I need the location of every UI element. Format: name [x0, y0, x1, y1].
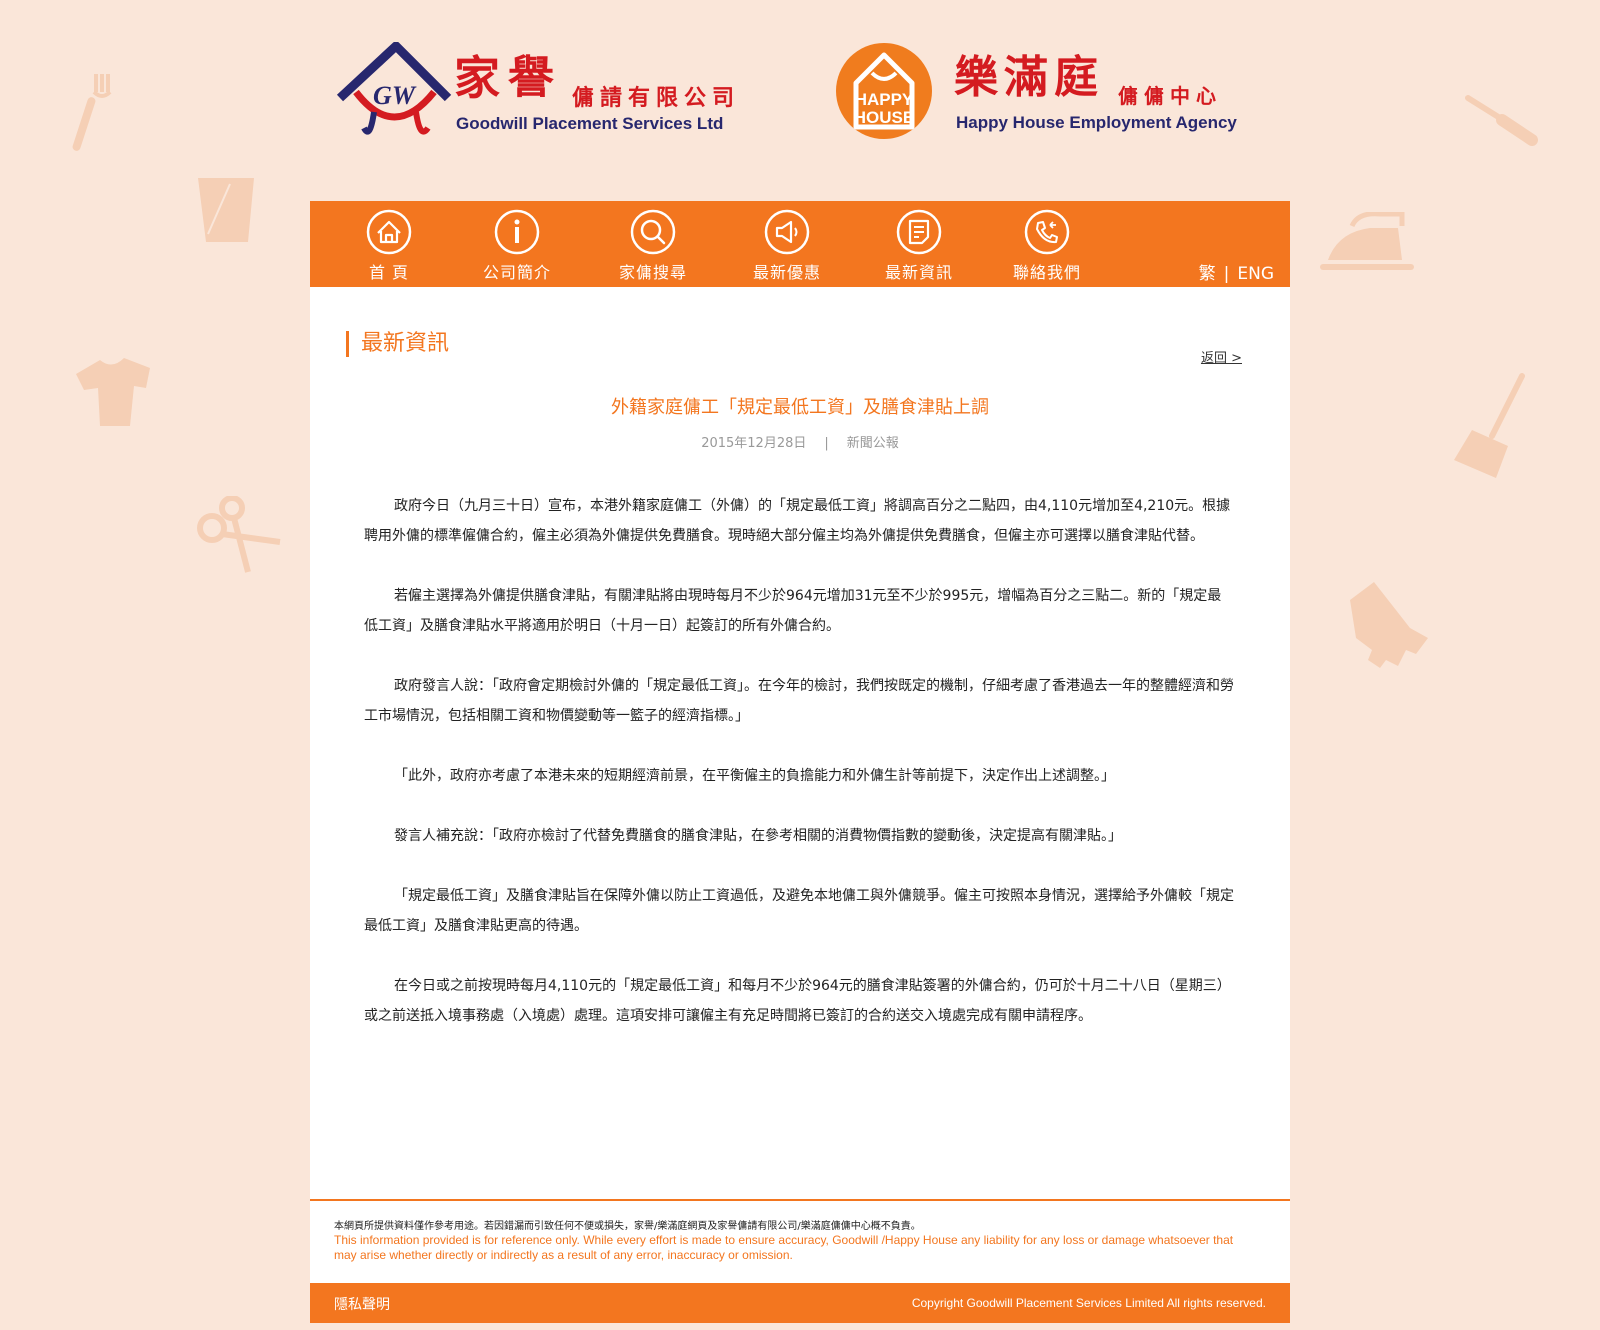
broom-icon	[1454, 373, 1525, 478]
article-category: 新聞公報	[846, 436, 899, 451]
nav-label-news: 最新資訊	[884, 263, 953, 282]
article-paragraph: 「此外，政府亦考慮了本港未來的短期經濟前景，在平衡僱主的負擔能力和外傭生計等前提…	[394, 768, 1115, 784]
article-date: 2015年12月28日	[701, 436, 807, 451]
nav-label-search: 家傭搜尋	[618, 263, 687, 282]
copyright: Copyright Goodwill Placement Services Li…	[911, 1296, 1266, 1310]
privacy-link[interactable]: 隱私聲明	[334, 1294, 390, 1314]
lang-separator: |	[1223, 264, 1230, 284]
search-icon	[630, 209, 676, 255]
article-meta: 2015年12月28日 | 新聞公報	[310, 432, 1290, 451]
lang-traditional-chinese[interactable]: 繁	[1199, 264, 1216, 284]
happy-house-mark-line1: HAPPY	[855, 90, 914, 109]
article-title: 外籍家庭傭工「規定最低工資」及膳食津貼上調	[611, 397, 989, 418]
nav-item-offers[interactable]: 最新優惠	[732, 209, 842, 283]
lang-english[interactable]: ENG	[1237, 264, 1274, 284]
article-body: 政府今日（九月三十日）宣布，本港外籍家庭傭工（外傭）的「規定最低工資」將調高百分…	[364, 491, 1234, 1061]
bucket-icon	[198, 178, 254, 242]
nav-label-about: 公司簡介	[482, 263, 551, 282]
article-paragraph: 發言人補充說：「政府亦檢討了代替免費膳食的膳食津貼，在參考相關的消費物價指數的變…	[394, 828, 1122, 844]
meta-separator: |	[824, 436, 829, 451]
goodwill-chinese-subname: 傭請有限公司	[572, 85, 741, 111]
document-icon	[896, 209, 942, 255]
happy-house-english-name: Happy House Employment Agency	[956, 113, 1237, 132]
happy-house-logo-icon: HAPPY HOUSE	[836, 43, 932, 139]
article-paragraph: 在今日或之前按現時每月4,110元的「規定最低工資」和每月不少於964元的膳食津…	[364, 978, 1231, 1024]
article-paragraph: 若僱主選擇為外傭提供膳食津貼，有關津貼將由現時每月不少於964元增加31元至不少…	[364, 588, 1222, 634]
goodwill-mark-text: GW	[373, 81, 417, 110]
article-paragraph: 「規定最低工資」及膳食津貼旨在保障外傭以防止工資過低，及避免本地傭工與外傭競爭。…	[364, 888, 1234, 934]
happy-house-chinese-subname: 傭傭中心	[1118, 84, 1222, 108]
footer-disclaimer: 本網頁所提供資料僅作參考用途。若因錯漏而引致任何不便或損失，家譽/樂滿庭網頁及家…	[310, 1201, 1290, 1283]
tshirt-icon	[76, 358, 150, 426]
nav-label-contact: 聯絡我們	[1012, 263, 1081, 282]
nav-item-home[interactable]: 首 頁	[334, 209, 444, 283]
disclaimer-chinese: 本網頁所提供資料僅作參考用途。若因錯漏而引致任何不便或損失，家譽/樂滿庭網頁及家…	[334, 1221, 921, 1232]
article-paragraph: 政府今日（九月三十日）宣布，本港外籍家庭傭工（外傭）的「規定最低工資」將調高百分…	[364, 498, 1231, 544]
back-link[interactable]: 返回 >	[1201, 347, 1242, 366]
disclaimer-english: This information provided is for referen…	[334, 1233, 1234, 1262]
nav-item-news[interactable]: 最新資訊	[864, 209, 974, 283]
happy-house-mark-line2: HOUSE	[854, 108, 914, 127]
glove-icon	[1350, 582, 1428, 668]
goodwill-house-logo-icon: GW	[336, 42, 452, 135]
article-paragraph: 政府發言人說：「政府會定期檢討外傭的「規定最低工資」。在今年的檢討，我們按既定的…	[364, 678, 1234, 724]
nav-item-search[interactable]: 家傭搜尋	[598, 209, 708, 283]
info-icon	[494, 209, 540, 255]
nav-item-contact[interactable]: 聯絡我們	[992, 209, 1102, 283]
content-area: 最新資訊 返回 > 外籍家庭傭工「規定最低工資」及膳食津貼上調 2015年12月…	[310, 287, 1290, 1200]
main-nav: 首 頁 公司簡介 家傭搜尋 最新優惠 最新資訊 聯絡我們 繁 | ENG	[310, 201, 1290, 287]
nav-label-offers: 最新優惠	[752, 263, 821, 282]
phone-icon	[1024, 209, 1070, 255]
nav-label-home: 首 頁	[368, 263, 410, 282]
iron-icon	[1320, 212, 1414, 270]
nav-item-about[interactable]: 公司簡介	[462, 209, 572, 283]
megaphone-icon	[764, 209, 810, 255]
knife-icon	[1465, 95, 1538, 146]
goodwill-english-name: Goodwill Placement Services Ltd	[456, 114, 724, 133]
scissors-icon	[197, 496, 281, 573]
language-switcher: 繁 | ENG	[1199, 259, 1274, 284]
goodwill-chinese-name: 家譽	[454, 51, 562, 105]
footer-bar: 隱私聲明 Copyright Goodwill Placement Servic…	[310, 1283, 1290, 1323]
fork-icon	[72, 74, 112, 151]
home-icon	[366, 209, 412, 255]
happy-house-chinese-name: 樂滿庭	[954, 52, 1104, 103]
section-title: 最新資訊	[346, 331, 449, 357]
